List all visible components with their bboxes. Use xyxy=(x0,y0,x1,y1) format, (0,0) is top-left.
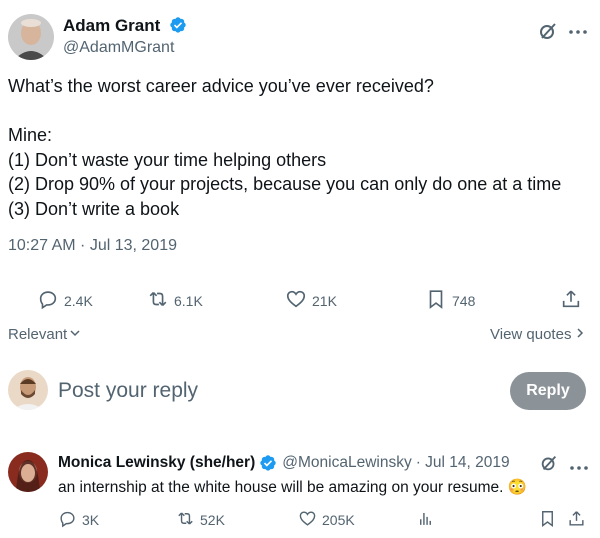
share-button[interactable] xyxy=(560,288,582,313)
chevron-down-icon xyxy=(69,326,81,343)
bookmark-icon xyxy=(425,288,447,313)
sort-dropdown-label: Relevant xyxy=(8,326,68,343)
repost-icon xyxy=(147,288,169,313)
reply-count[interactable]: 2.4K xyxy=(37,288,93,313)
reply-button[interactable]: Reply xyxy=(510,372,586,410)
author-avatar[interactable] xyxy=(8,14,54,60)
chevron-right-icon xyxy=(575,326,585,343)
reply-reply-count-label: 3K xyxy=(82,512,100,528)
reply-icon xyxy=(37,288,59,313)
repost-count[interactable]: 6.1K xyxy=(147,288,203,313)
reply-author-handle[interactable]: @MonicaLewinsky xyxy=(282,454,411,472)
reply-author-name[interactable]: Monica Lewinsky (she/her) xyxy=(58,454,255,472)
tweet-text-line-4: (2) Drop 90% of your projects, because y… xyxy=(8,174,562,194)
like-icon xyxy=(298,509,317,531)
reply-share-button[interactable] xyxy=(567,509,586,531)
like-count-label: 21K xyxy=(312,292,337,309)
reply-reply-count[interactable]: 3K xyxy=(58,509,99,531)
like-icon xyxy=(285,288,307,313)
tweet-timestamp[interactable]: 10:27 AM · Jul 13, 2019 xyxy=(8,237,177,255)
share-icon xyxy=(560,288,582,313)
bookmark-count[interactable]: 748 xyxy=(425,288,475,313)
reply-input[interactable]: Post your reply xyxy=(58,379,478,403)
bookmark-count-label: 748 xyxy=(452,292,476,309)
sort-dropdown[interactable]: Relevant xyxy=(8,326,81,343)
tweet-text-line-2: Mine: xyxy=(8,125,53,145)
reply-bookmark-button[interactable] xyxy=(538,509,557,531)
reply-date[interactable]: · Jul 14, 2019 xyxy=(416,454,510,472)
repost-count-label: 6.1K xyxy=(174,292,203,309)
tweet-text-line-5: (3) Don’t write a book xyxy=(8,199,180,219)
reply-icon xyxy=(58,509,77,531)
author-name[interactable]: Adam Grant xyxy=(63,16,160,35)
tweet-text-line-1: What’s the worst career advice you’ve ev… xyxy=(8,76,434,96)
reply-author-avatar[interactable] xyxy=(8,452,48,492)
reply-repost-count[interactable]: 52K xyxy=(176,509,225,531)
reply-text: an internship at the white house will be… xyxy=(58,479,504,496)
more-icon[interactable] xyxy=(568,23,588,41)
reply-repost-count-label: 52K xyxy=(200,512,225,528)
share-icon xyxy=(567,509,586,531)
reply-like-count-label: 205K xyxy=(322,512,355,528)
analytics-button[interactable] xyxy=(416,509,435,531)
reply-like-count[interactable]: 205K xyxy=(298,509,355,531)
flushed-emoji: 😳 xyxy=(507,479,528,496)
view-quotes-link[interactable]: View quotes xyxy=(490,326,585,343)
more-icon[interactable] xyxy=(569,459,589,477)
grok-icon[interactable] xyxy=(537,20,559,47)
bookmark-icon xyxy=(538,509,557,531)
repost-icon xyxy=(176,509,195,531)
like-count[interactable]: 21K xyxy=(285,288,337,313)
author-handle[interactable]: @AdamMGrant xyxy=(63,39,174,57)
user-avatar xyxy=(8,370,48,410)
tweet-text-line-3: (1) Don’t waste your time helping others xyxy=(8,150,327,170)
view-quotes-label: View quotes xyxy=(490,326,572,343)
verified-badge-icon xyxy=(259,454,277,472)
reply-count-label: 2.4K xyxy=(64,292,93,309)
verified-badge-icon xyxy=(169,16,187,34)
analytics-icon xyxy=(416,509,435,531)
grok-icon[interactable] xyxy=(539,453,559,478)
